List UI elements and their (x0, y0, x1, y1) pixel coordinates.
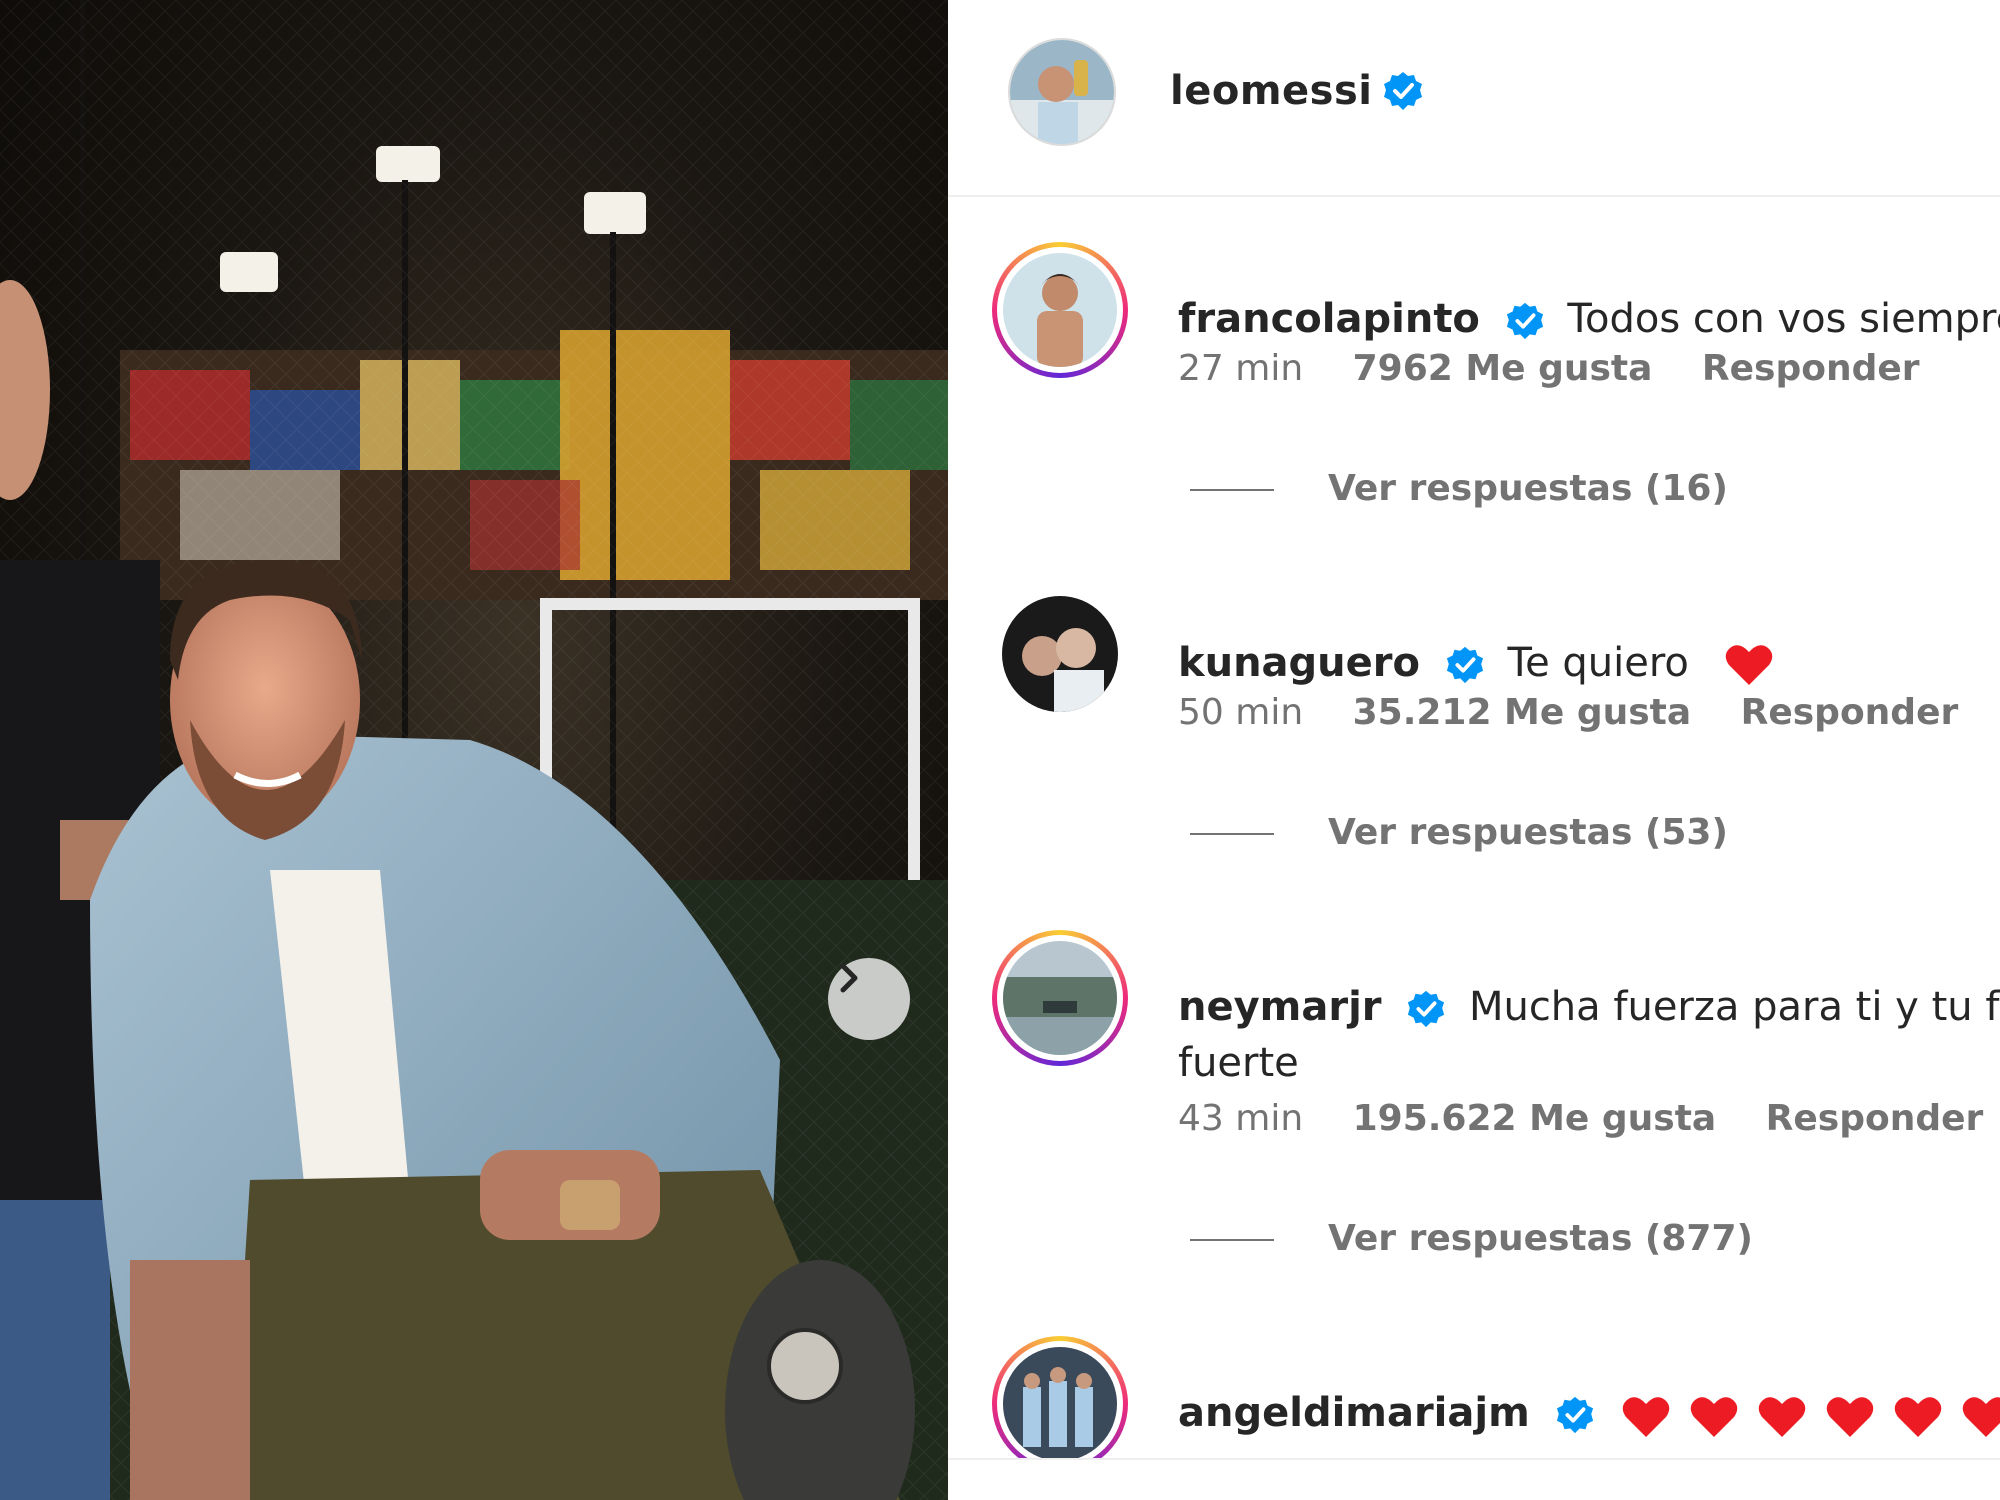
comment-likes[interactable]: 7962 Me gusta (1353, 348, 1653, 389)
comment-time: 27 min (1178, 348, 1304, 389)
view-replies-button[interactable]: Ver respuestas (877) (1190, 1218, 1753, 1259)
carousel-next-button[interactable] (828, 958, 910, 1040)
comments-bottom-divider (948, 1458, 2000, 1460)
comment-text: Todos con vos siempre (1567, 296, 2000, 342)
comment-item: angeldimariajm (948, 1324, 2000, 1458)
comment-item: francolapinto Todos con vos siempre 27 m… (948, 230, 2000, 540)
post-photo (0, 0, 948, 1500)
chevron-right-icon (840, 963, 858, 993)
heart-icon (1725, 645, 1772, 685)
photo-illustration (0, 0, 948, 1500)
avatar-image (1003, 941, 1117, 1055)
view-replies-button[interactable]: Ver respuestas (16) (1190, 468, 1728, 509)
replies-divider (1190, 489, 1274, 491)
avatar-image (1003, 1347, 1117, 1458)
commenter-avatar[interactable] (992, 1336, 1128, 1458)
comment-username[interactable]: angeldimariajm (1178, 1390, 1530, 1436)
verified-badge-icon (1408, 990, 1445, 1028)
comment-text-continuation: fuerte (1178, 1040, 1299, 1086)
comment-line: kunaguero Te quiero (1178, 632, 2000, 694)
avatar-image (1003, 253, 1117, 367)
comment-line: francolapinto Todos con vos siempre (1178, 288, 2000, 350)
comment-text: Te quiero (1507, 640, 1689, 686)
comment-likes[interactable]: 195.622 Me gusta (1353, 1098, 1717, 1139)
commenter-avatar[interactable] (992, 586, 1128, 722)
replies-divider (1190, 833, 1274, 835)
owner-avatar-image (1010, 40, 1114, 144)
reply-button[interactable]: Responder (1702, 348, 1920, 389)
comment-likes[interactable]: 35.212 Me gusta (1353, 692, 1692, 733)
view-replies-label: Ver respuestas (16) (1328, 468, 1728, 509)
heart-icon (1826, 1397, 1874, 1437)
commenter-avatar[interactable] (992, 242, 1128, 378)
verified-badge-icon (1506, 302, 1543, 340)
comment-item: kunaguero Te quiero 50 min 35.212 Me gus… (948, 574, 2000, 884)
avatar-image (1002, 596, 1118, 712)
view-replies-label: Ver respuestas (53) (1328, 812, 1728, 853)
heart-icon (1690, 1397, 1738, 1437)
owner-username[interactable]: leomessi (1170, 68, 1372, 114)
reply-button[interactable]: Responder (1741, 692, 1959, 733)
comment-line: neymarjr Mucha fuerza para ti y tu f (1178, 976, 2000, 1038)
comment-meta: 50 min 35.212 Me gusta Responder (1178, 692, 1996, 733)
heart-emoji-row (1621, 1384, 2000, 1446)
comment-item: neymarjr Mucha fuerza para ti y tu f fue… (948, 918, 2000, 1288)
view-replies-button[interactable]: Ver respuestas (53) (1190, 812, 1728, 853)
replies-divider (1190, 1239, 1274, 1241)
comment-username[interactable]: francolapinto (1178, 296, 1480, 342)
comment-line: angeldimariajm (1178, 1382, 2000, 1446)
comment-time: 50 min (1178, 692, 1304, 733)
view-replies-label: Ver respuestas (877) (1328, 1218, 1753, 1259)
post-side-panel: leomessi francolapinto Todos con vos sie… (948, 0, 2000, 1500)
comment-username[interactable]: neymarjr (1178, 984, 1382, 1030)
comment-meta: 43 min 195.622 Me gusta Responder (1178, 1098, 2000, 1139)
verified-badge-icon (1556, 1396, 1593, 1434)
heart-icon (1622, 1397, 1670, 1437)
post-header: leomessi (948, 0, 2000, 197)
heart-icon (1758, 1397, 1806, 1437)
heart-icon (1894, 1397, 1942, 1437)
commenter-avatar[interactable] (992, 930, 1128, 1066)
owner-avatar[interactable] (1008, 38, 1116, 146)
verified-badge-icon (1446, 646, 1483, 684)
comment-meta: 27 min 7962 Me gusta Responder (1178, 348, 1958, 389)
reply-button[interactable]: Responder (1766, 1098, 1984, 1139)
comment-text: Mucha fuerza para ti y tu f (1468, 984, 2000, 1030)
comment-username[interactable]: kunaguero (1178, 640, 1420, 686)
verified-badge-icon (1384, 72, 1422, 110)
comment-time: 43 min (1178, 1098, 1304, 1139)
heart-icon (1962, 1397, 2000, 1437)
